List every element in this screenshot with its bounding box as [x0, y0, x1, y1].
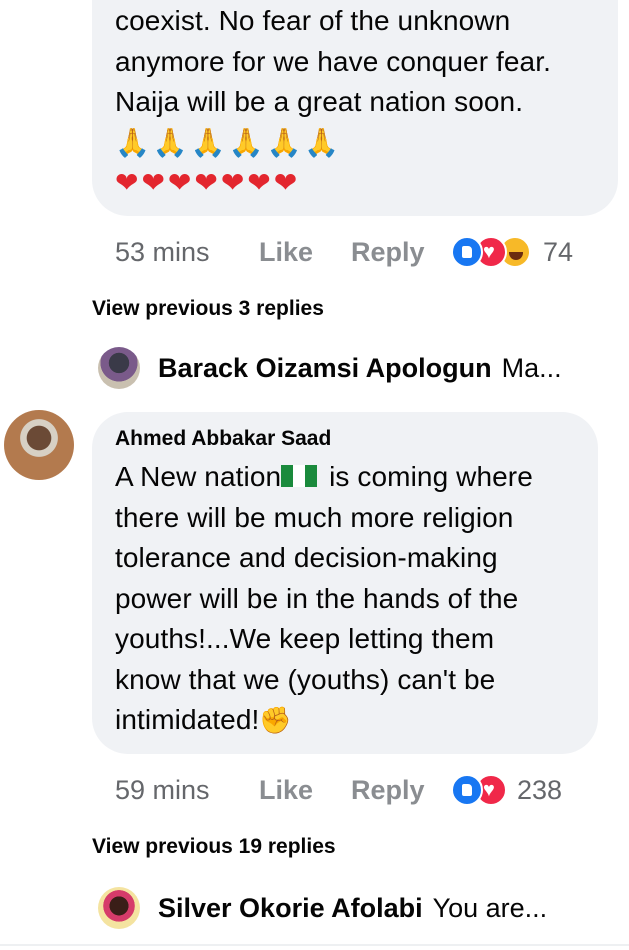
like-button[interactable]: Like	[259, 232, 313, 272]
avatar[interactable]	[98, 347, 140, 389]
reply-preview: Ma...	[501, 352, 562, 383]
comment-line: anymore for we have conquer fear.	[115, 45, 551, 77]
comment-line: tolerance and decision-making	[115, 542, 498, 573]
like-reaction-icon	[451, 236, 483, 268]
comment-fragment: intimidated!	[115, 704, 260, 735]
comment-fragment: is coming where	[321, 461, 533, 492]
collapsed-reply-barack[interactable]: Barack Oizamsi Apologun Ma...	[98, 346, 562, 390]
avatar[interactable]	[98, 887, 140, 929]
like-button[interactable]: Like	[259, 770, 313, 810]
reactions-summary[interactable]	[451, 770, 507, 810]
like-reaction-icon	[451, 774, 483, 806]
comment-fragment: A New nation	[115, 461, 282, 492]
raised-fist-emoji: ✊	[259, 705, 292, 735]
comment-1-text: coexist. No fear of the unknown anymore …	[115, 1, 551, 204]
comment-2-text: A New nation is coming where there will …	[115, 457, 533, 741]
collapsed-reply-silver[interactable]: Silver Okorie Afolabi You are...	[98, 886, 547, 930]
comment-line: youths!...We keep letting them	[115, 623, 495, 654]
comment-line: intimidated!✊	[115, 700, 533, 741]
comment-line: A New nation is coming where	[115, 457, 533, 498]
comment-timestamp[interactable]: 53 mins	[115, 232, 210, 272]
comment-line: Naija will be a great nation soon.	[115, 86, 524, 117]
commenter-name[interactable]: Silver Okorie Afolabi	[158, 893, 423, 924]
nigeria-flag-icon	[281, 465, 318, 487]
avatar[interactable]	[4, 410, 74, 480]
comment-1-actions: 53 mins Like Reply 74	[115, 232, 595, 272]
comment-timestamp[interactable]: 59 mins	[115, 770, 210, 810]
reactions-summary[interactable]	[451, 232, 531, 272]
comment-line: there will be much more religion	[115, 501, 514, 533]
comment-2-actions: 59 mins Like Reply 238	[115, 770, 595, 810]
view-previous-replies-link[interactable]: View previous 19 replies	[92, 835, 336, 859]
reply-button[interactable]: Reply	[351, 770, 425, 810]
commenter-name[interactable]: Ahmed Abbakar Saad	[115, 427, 331, 451]
comment-line: know that we (youths) can't be	[115, 663, 496, 695]
reply-button[interactable]: Reply	[351, 232, 425, 272]
comment-line: power will be in the hands of the	[115, 582, 519, 614]
commenter-name[interactable]: Barack Oizamsi Apologun	[158, 353, 492, 384]
reply-preview: You are...	[432, 892, 548, 923]
view-previous-replies-link[interactable]: View previous 3 replies	[92, 297, 324, 321]
divider	[0, 944, 629, 946]
comment-line: coexist. No fear of the unknown	[115, 5, 511, 36]
reaction-count[interactable]: 238	[517, 770, 562, 810]
reaction-count[interactable]: 74	[543, 232, 573, 272]
praying-hands-emoji-row: 🙏🙏🙏🙏🙏🙏	[115, 126, 343, 158]
red-heart-emoji-row: ❤❤❤❤❤❤❤	[115, 167, 301, 198]
